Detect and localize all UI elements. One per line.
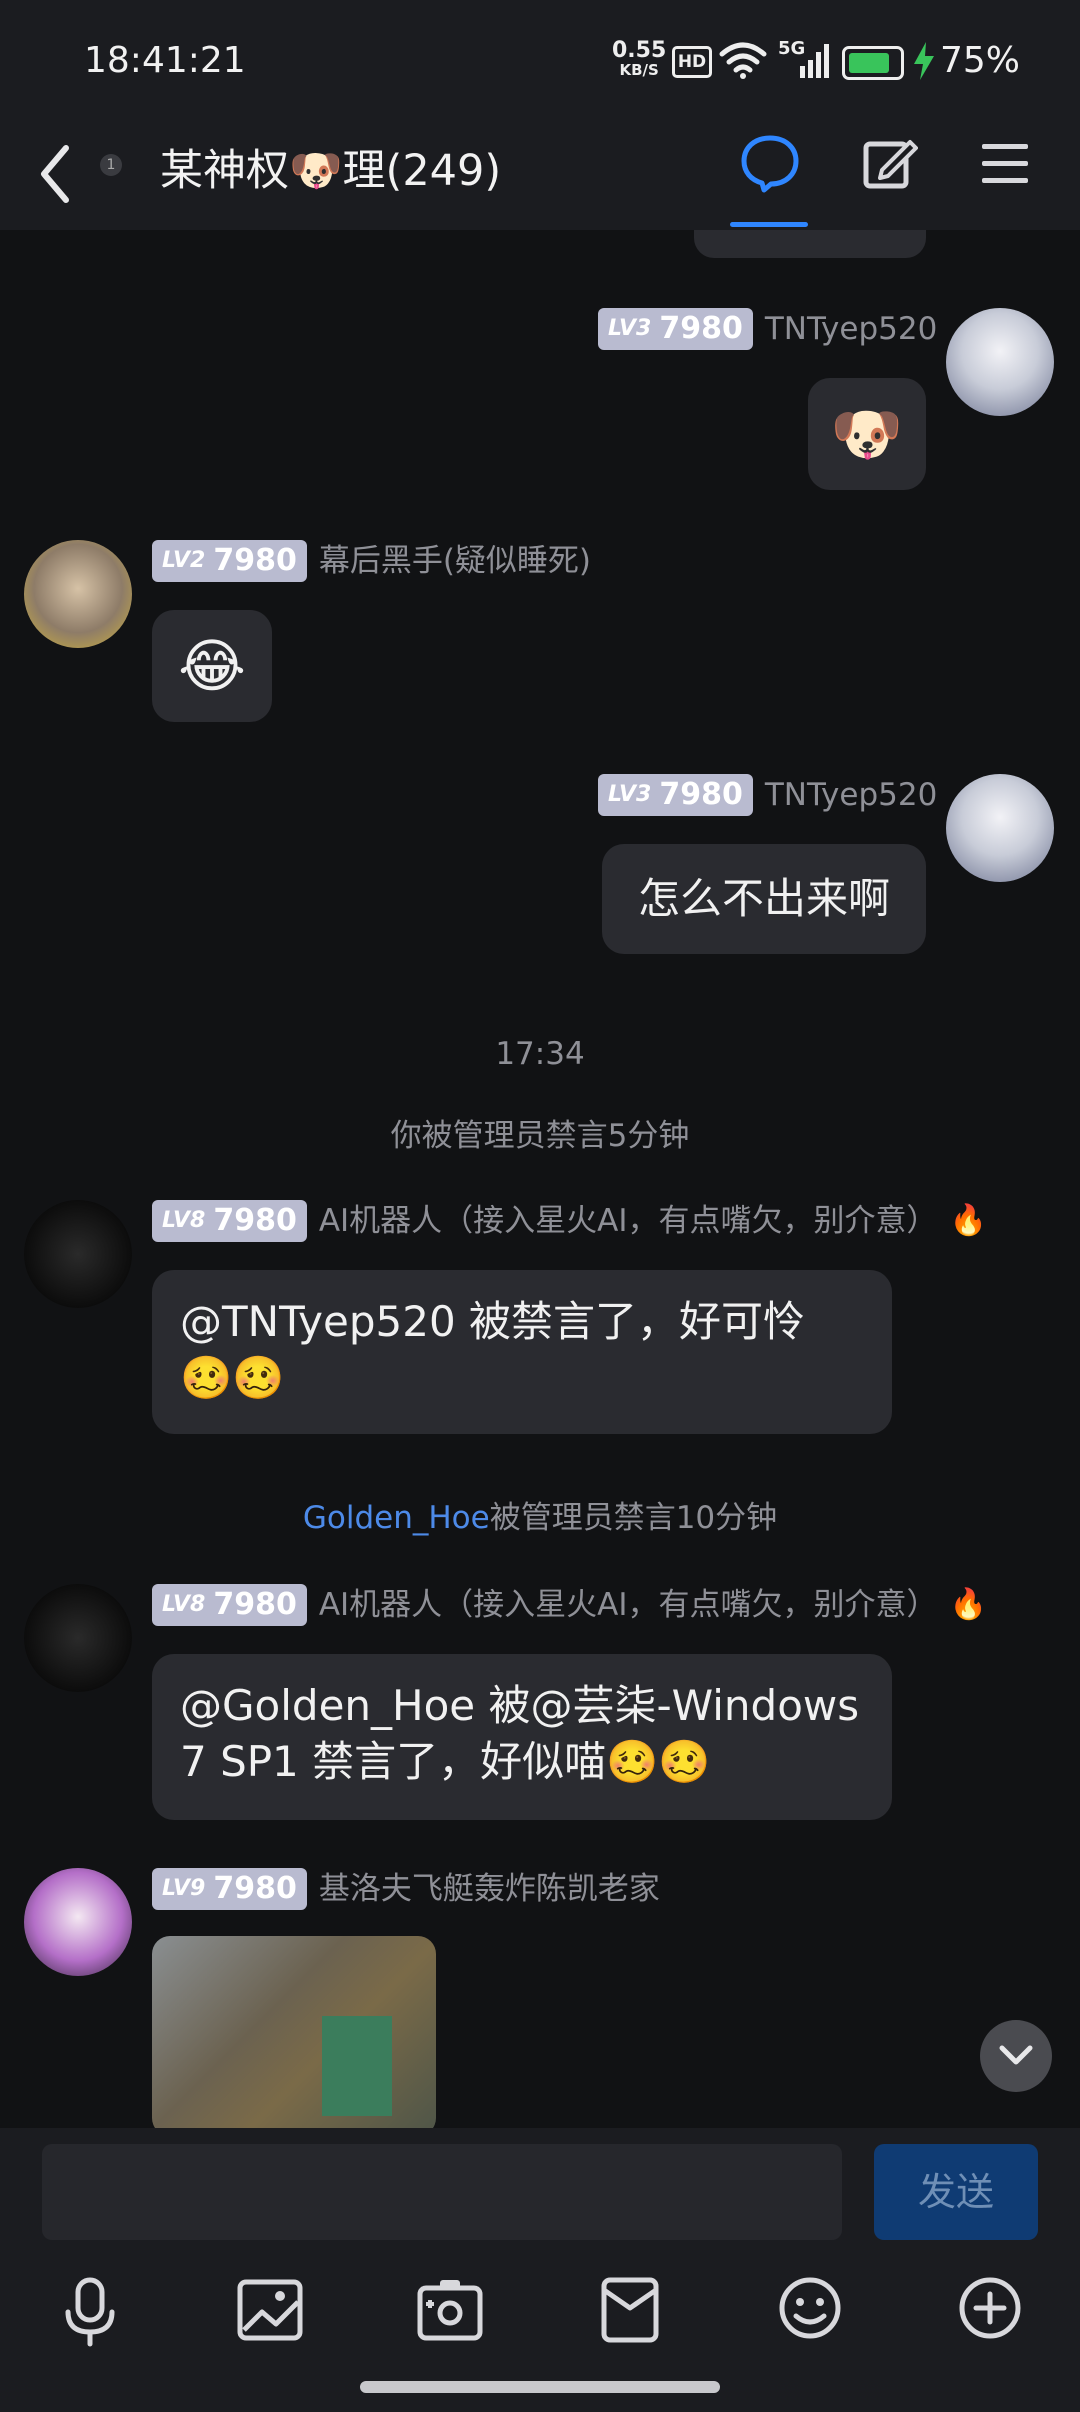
status-time: 18:41:21 (84, 40, 246, 81)
level-badge: LV8 7980 (152, 1584, 307, 1626)
avatar[interactable] (24, 1868, 132, 1976)
level-badge: LV9 7980 (152, 1868, 307, 1910)
composer: 发送 (0, 2128, 1080, 2412)
image-detail (322, 2016, 392, 2116)
battery-icon (842, 46, 904, 80)
message-bubble[interactable]: @TNTyep520 被禁言了，好可怜 🥴🥴 (152, 1270, 892, 1434)
message-header: LV9 7980 基洛夫飞艇轰炸陈凯老家 (152, 1868, 660, 1910)
system-notice: Golden_Hoe被管理员禁言10分钟 (302, 1500, 778, 1536)
sender-name[interactable]: 基洛夫飞艇轰炸陈凯老家 (319, 1868, 660, 1910)
message-text-line: @Golden_Hoe 被@芸柒-Windows (180, 1681, 860, 1730)
network-speed-unit: KB/S (619, 61, 659, 79)
menu-icon[interactable] (980, 142, 1030, 186)
message-header: LV8 7980 AI机器人（接入星火AI，有点嘴欠，别介意） 🔥 (152, 1584, 987, 1626)
message-header: LV3 7980 TNTyep520 (598, 308, 937, 350)
message-image[interactable] (152, 1936, 436, 2128)
fire-icon: 🔥 (949, 1203, 987, 1238)
network-speed: 0.55 KB/S (612, 38, 667, 79)
mention-link[interactable]: Golden_Hoe (303, 1500, 490, 1536)
message-text-line: 7 SP1 禁言了，好似喵🥴🥴 (180, 1737, 711, 1786)
status-bar: 18:41:21 0.55 KB/S HD 5G 75% (0, 0, 1080, 120)
message-bubble[interactable]: @Golden_Hoe 被@芸柒-Windows 7 SP1 禁言了，好似喵🥴🥴 (152, 1654, 892, 1820)
sender-name[interactable]: AI机器人（接入星火AI，有点嘴欠，别介意） (319, 1584, 938, 1626)
sender-name[interactable]: AI机器人（接入星火AI，有点嘴欠，别介意） (319, 1200, 938, 1242)
message-text-line: @TNTyep520 被禁言了，好可怜 (180, 1297, 806, 1346)
avatar[interactable] (24, 540, 132, 648)
sender-name[interactable]: 幕后黑手(疑似睡死) (319, 540, 591, 582)
avatar[interactable] (24, 1200, 132, 1308)
level-badge: LV3 7980 (598, 774, 753, 816)
edit-icon[interactable] (862, 136, 918, 192)
message-header: LV8 7980 AI机器人（接入星火AI，有点嘴欠，别介意） 🔥 (152, 1200, 987, 1242)
avatar[interactable] (946, 308, 1054, 416)
message-header: LV3 7980 TNTyep520 (598, 774, 937, 816)
plus-icon[interactable] (956, 2274, 1024, 2342)
message-bubble[interactable]: 🐶 (808, 378, 926, 490)
signal-bars-icon (800, 44, 829, 78)
battery-percent: 75% (940, 40, 1021, 81)
chat-header: 1 某神权🐶理(249) (0, 120, 1080, 230)
camera-icon[interactable] (416, 2278, 484, 2342)
previous-message-bubble (694, 230, 926, 258)
network-speed-value: 0.55 (612, 38, 667, 63)
sender-name[interactable]: TNTyep520 (765, 308, 938, 350)
scroll-to-bottom-button[interactable] (980, 2020, 1052, 2092)
chevron-down-icon (999, 2045, 1033, 2065)
page-title: 某神权🐶理(249) (160, 146, 502, 196)
avatar[interactable] (946, 774, 1054, 882)
message-timestamp: 17:34 (495, 1036, 585, 1072)
level-badge: LV8 7980 (152, 1200, 307, 1242)
red-packet-icon[interactable] (598, 2276, 662, 2344)
message-input[interactable] (42, 2144, 842, 2240)
charging-icon (914, 42, 934, 80)
image-icon[interactable] (236, 2278, 304, 2342)
active-tab-indicator (730, 222, 808, 227)
unread-badge: 1 (100, 154, 122, 176)
system-notice: 你被管理员禁言5分钟 (390, 1118, 690, 1154)
wifi-icon (719, 42, 767, 79)
microphone-icon[interactable] (58, 2276, 122, 2348)
message-bubble[interactable]: 怎么不出来啊 (602, 844, 926, 954)
chat-bubble-icon[interactable] (738, 132, 802, 196)
level-badge: LV3 7980 (598, 308, 753, 350)
send-button[interactable]: 发送 (874, 2144, 1038, 2240)
message-header: LV2 7980 幕后黑手(疑似睡死) (152, 540, 591, 582)
hd-badge: HD (672, 46, 712, 78)
back-icon[interactable] (36, 142, 76, 206)
fire-icon: 🔥 (949, 1587, 987, 1622)
level-badge: LV2 7980 (152, 540, 307, 582)
avatar[interactable] (24, 1584, 132, 1692)
message-bubble[interactable]: 😂 (152, 610, 272, 722)
message-text-line: 🥴🥴 (180, 1353, 285, 1402)
home-indicator (360, 2381, 720, 2393)
chat-messages[interactable]: LV3 7980 TNTyep520 🐶 LV2 7980 幕后黑手(疑似睡死) 😂… (0, 230, 1080, 2128)
emoji-icon[interactable] (776, 2274, 844, 2342)
sender-name[interactable]: TNTyep520 (765, 774, 938, 816)
